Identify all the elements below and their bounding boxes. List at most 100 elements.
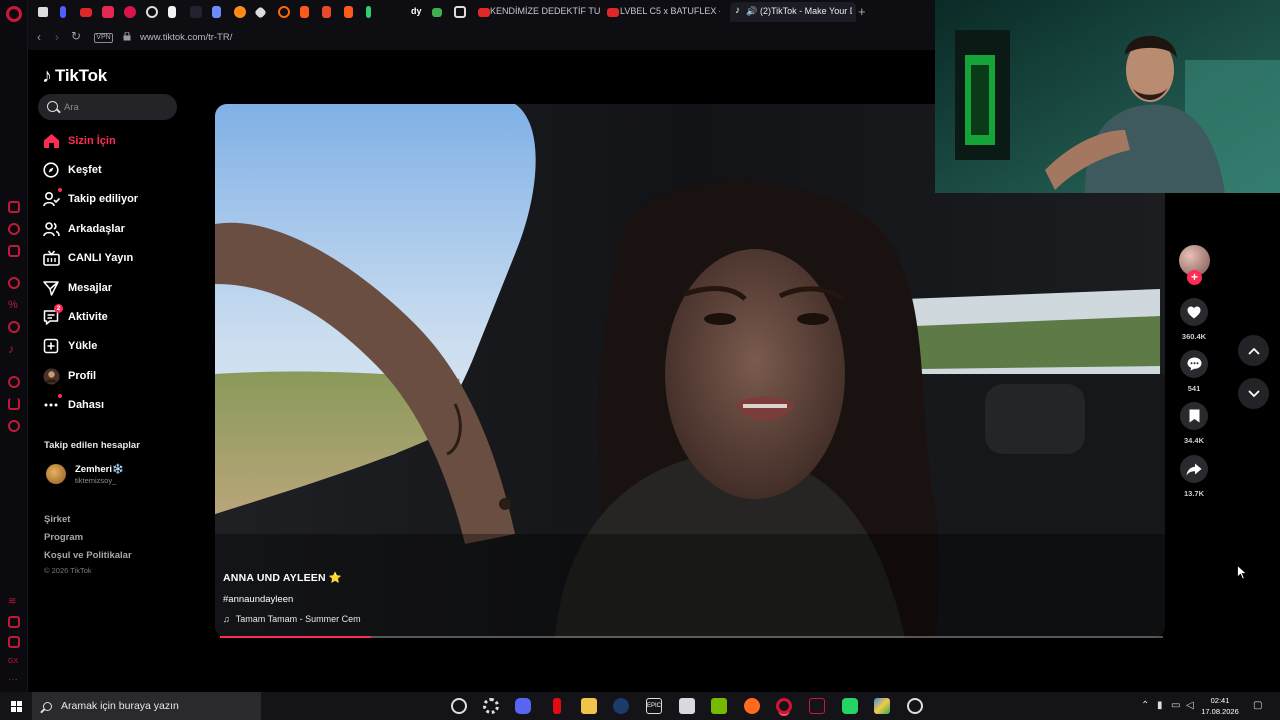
nav-item-activity[interactable]: 2 Aktivite xyxy=(42,304,108,328)
pinned-tab-icon[interactable] xyxy=(322,6,331,18)
tiktok-logo[interactable]: ♪ TikTok xyxy=(42,64,107,88)
start-button[interactable] xyxy=(0,692,32,720)
pinned-tab-icon[interactable] xyxy=(168,6,176,18)
pinned-tab-icon[interactable] xyxy=(278,6,290,18)
nav-item-more[interactable]: Dahası xyxy=(42,394,104,416)
clock-icon[interactable] xyxy=(8,376,20,388)
wallet-icon[interactable] xyxy=(8,201,20,213)
save-action[interactable]: 34.4K xyxy=(1179,402,1209,445)
followed-account-item[interactable]: Zemheri❄️ tiktemizsoy_ xyxy=(44,462,194,488)
opera-logo-icon[interactable] xyxy=(6,6,22,22)
search-input[interactable] xyxy=(64,100,169,114)
like-action[interactable]: 360.4K xyxy=(1179,298,1209,341)
pinned-tab-icon[interactable] xyxy=(254,6,267,19)
cube-icon[interactable] xyxy=(8,636,20,648)
footer-link-program[interactable]: Program xyxy=(44,532,83,543)
notifications-icon[interactable]: ▢ xyxy=(1253,700,1262,711)
file-explorer-icon[interactable] xyxy=(581,698,597,714)
nav-item-friends[interactable]: Arkadaşlar xyxy=(42,218,125,240)
network-icon[interactable]: ▭ xyxy=(1171,700,1180,711)
pinned-tab-icon[interactable] xyxy=(146,6,158,18)
follow-plus-button[interactable]: + xyxy=(1187,270,1202,285)
app-icon[interactable] xyxy=(907,698,923,714)
app-icon[interactable] xyxy=(744,698,760,714)
pinned-tab-shield-icon[interactable] xyxy=(38,7,48,17)
tab-tiktok-active[interactable]: ♪ 🔊 (2)TikTok - Make Your D xyxy=(730,2,856,22)
nav-item-upload[interactable]: Yükle xyxy=(42,335,97,357)
video-progress-bar[interactable] xyxy=(220,636,1163,638)
clock[interactable]: 02:41 17.08.2026 xyxy=(1196,695,1244,717)
pinned-tab-icon[interactable] xyxy=(344,6,353,18)
like-button[interactable] xyxy=(1180,298,1208,326)
footer-link-company[interactable]: Şirket xyxy=(44,514,70,525)
settings-app-icon[interactable] xyxy=(483,698,499,714)
pinned-tab-icon[interactable] xyxy=(212,6,221,18)
footer-link-terms[interactable]: Koşul ve Politikalar xyxy=(44,550,132,561)
pinned-tab-icon[interactable] xyxy=(234,6,246,18)
back-arrow-icon[interactable]: ‹ xyxy=(37,30,41,44)
settings-icon[interactable] xyxy=(8,420,20,432)
next-video-button[interactable] xyxy=(1238,378,1269,409)
save-button[interactable] xyxy=(1180,402,1208,430)
taskbar-search[interactable] xyxy=(32,692,261,720)
nav-item-profile[interactable]: Profil xyxy=(42,365,96,387)
nav-item-following[interactable]: Takip ediliyor xyxy=(42,188,138,210)
app-icon[interactable] xyxy=(874,698,890,714)
more-dots-icon[interactable]: ··· xyxy=(8,675,20,688)
nav-item-for-you[interactable]: Sizin İçin xyxy=(42,130,116,152)
reload-icon[interactable]: ↻ xyxy=(71,29,81,43)
pinned-tab-icon[interactable] xyxy=(60,6,66,18)
speaker-icon[interactable]: 🔊 xyxy=(746,6,757,17)
pinned-tab-icon[interactable] xyxy=(366,6,371,18)
taskbar-search-input[interactable] xyxy=(61,700,251,712)
nav-item-messages[interactable]: Mesajlar xyxy=(42,277,112,299)
nvidia-app-icon[interactable] xyxy=(711,698,727,714)
tray-chevron-up-icon[interactable]: ⌃ xyxy=(1141,700,1149,711)
app-icon[interactable] xyxy=(809,698,825,714)
netflix-app-icon[interactable] xyxy=(553,698,561,714)
pinned-tab-icon[interactable] xyxy=(124,6,136,18)
history-icon[interactable] xyxy=(8,223,20,235)
wifi-icon[interactable]: ≋ xyxy=(8,596,20,608)
new-tab-button[interactable]: + xyxy=(858,4,866,19)
pinned-tab-icon[interactable] xyxy=(432,8,442,17)
tiktok-sidebar-icon[interactable]: ♪ xyxy=(8,343,20,355)
bag-icon[interactable] xyxy=(8,245,20,257)
tab-youtube-1[interactable]: KENDİMİZE DEDEKTİF TUT xyxy=(490,6,600,18)
nav-item-live[interactable]: CANLI Yayın xyxy=(42,247,133,269)
discord-app-icon[interactable] xyxy=(515,698,531,714)
url-field[interactable]: www.tiktok.com/tr-TR/ xyxy=(140,32,232,43)
gx-icon[interactable]: GX xyxy=(8,656,20,668)
video-hashtag[interactable]: #annaundayleen xyxy=(223,594,723,605)
whatsapp-sidebar-icon[interactable] xyxy=(8,321,20,333)
comment-button[interactable] xyxy=(1180,350,1208,378)
obs-app-icon[interactable] xyxy=(451,698,467,714)
pinned-tab-icon[interactable] xyxy=(300,6,309,18)
battery-icon[interactable] xyxy=(8,616,20,628)
pinned-tab-icon[interactable] xyxy=(454,6,466,18)
pinned-tab-dy[interactable]: dy xyxy=(411,6,422,18)
comment-action[interactable]: 541 xyxy=(1179,350,1209,393)
opera-gx-app-icon[interactable] xyxy=(776,698,792,714)
steam-app-icon[interactable] xyxy=(613,698,629,714)
volume-icon[interactable]: ◁ xyxy=(1186,700,1194,711)
search-box[interactable] xyxy=(38,94,177,120)
aria-icon[interactable] xyxy=(8,277,20,289)
forward-arrow-icon[interactable]: › xyxy=(55,30,59,44)
share-button[interactable] xyxy=(1180,455,1208,483)
microphone-icon[interactable]: ▮ xyxy=(1157,700,1163,711)
epic-games-icon[interactable]: EPIC xyxy=(646,698,662,714)
pinned-youtube-icon[interactable] xyxy=(80,8,92,17)
tab-youtube-2[interactable]: LVBEL C5 x BATUFLEX - S xyxy=(620,6,720,18)
share-action[interactable]: 13.7K xyxy=(1179,455,1209,498)
nav-item-explore[interactable]: Keşfet xyxy=(42,159,102,181)
pinned-tab-icon[interactable] xyxy=(190,6,202,18)
video-music[interactable]: ♫ Tamam Tamam - Summer Cem xyxy=(223,614,723,624)
whatsapp-app-icon[interactable] xyxy=(842,698,858,714)
app-icon[interactable] xyxy=(679,698,695,714)
pinned-tab-icon[interactable] xyxy=(102,6,114,18)
previous-video-button[interactable] xyxy=(1238,335,1269,366)
video-author[interactable]: ANNA UND AYLEEN ⭐ xyxy=(223,571,723,584)
vpn-badge[interactable]: VPN xyxy=(94,33,113,43)
downloads-icon[interactable] xyxy=(8,398,20,410)
